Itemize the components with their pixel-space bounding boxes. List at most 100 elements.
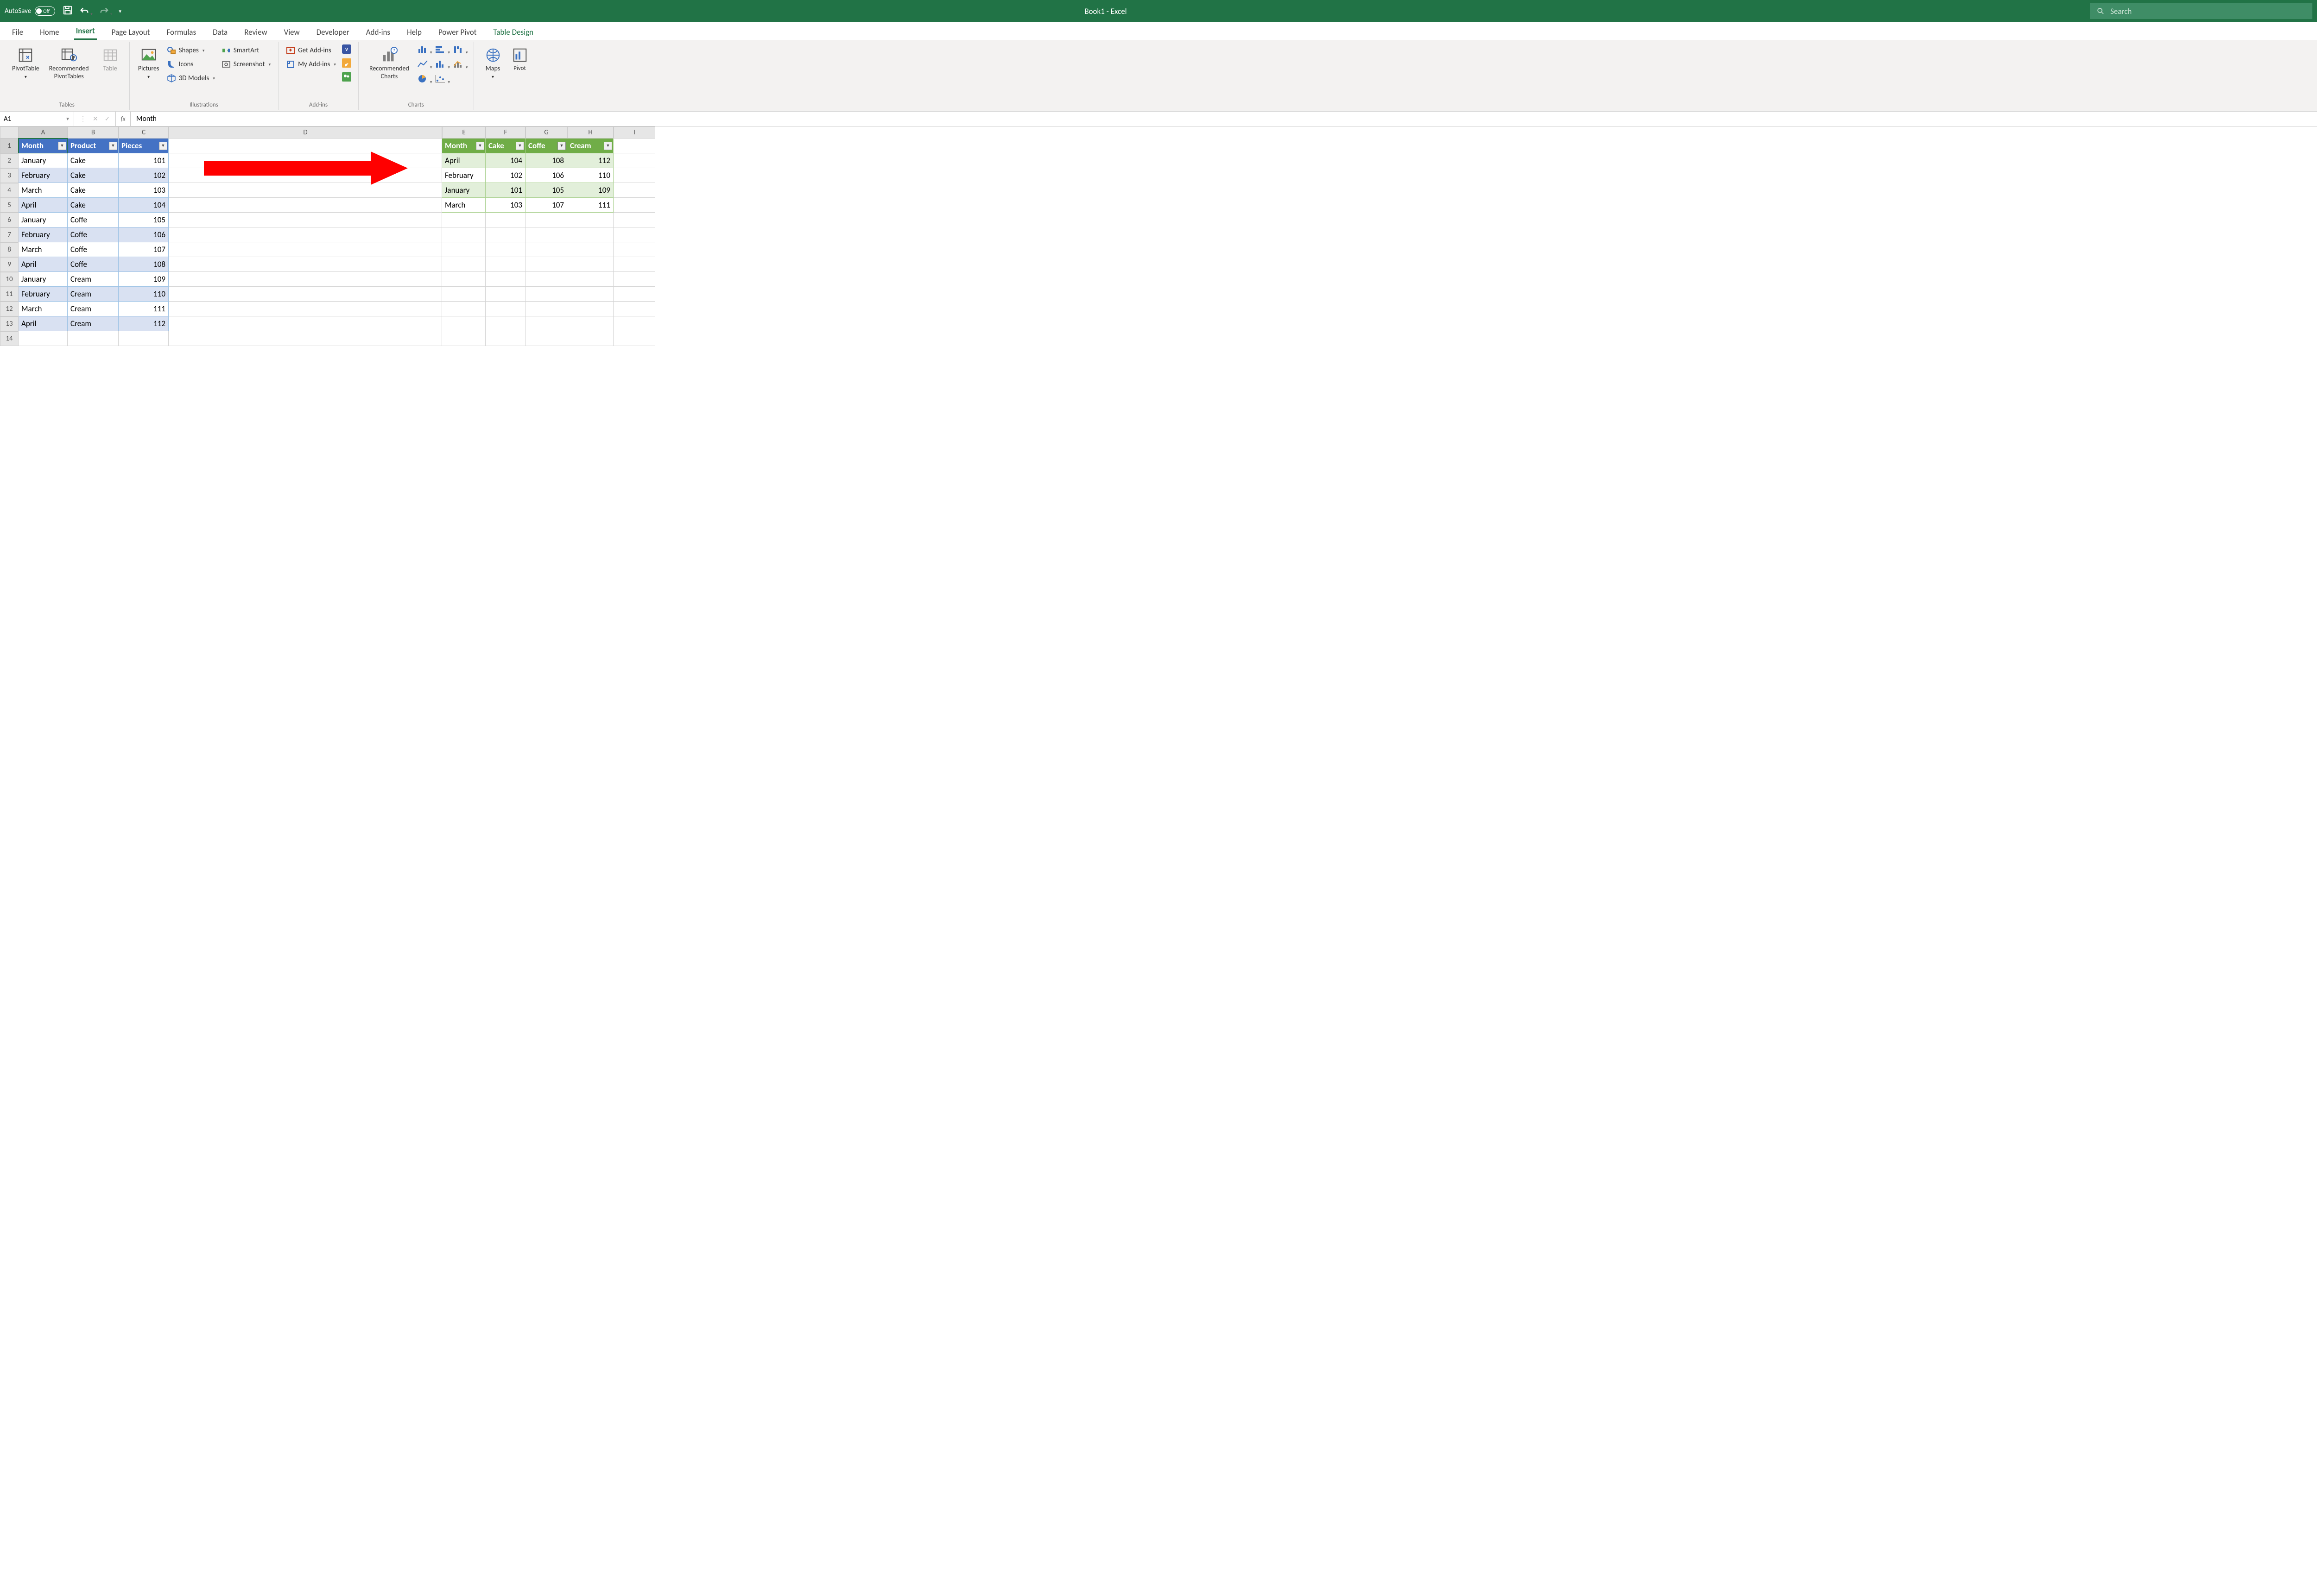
tab-data[interactable]: Data [211, 25, 229, 40]
cell[interactable]: January [19, 213, 68, 227]
col-header[interactable]: E [442, 126, 486, 139]
cell[interactable]: 109 [119, 272, 169, 287]
name-box[interactable]: A1▼ [0, 112, 74, 126]
cell[interactable] [486, 272, 525, 287]
bing-addin-icon[interactable] [341, 58, 353, 69]
combo-chart-icon[interactable] [453, 59, 468, 70]
cell[interactable]: Cream [68, 287, 119, 302]
cell[interactable]: Cream [68, 272, 119, 287]
table-button[interactable]: Table [97, 44, 124, 75]
row-header[interactable]: 14 [0, 331, 19, 346]
col-header[interactable]: F [486, 126, 525, 139]
enter-icon[interactable]: ✓ [105, 115, 110, 123]
cell[interactable] [567, 287, 614, 302]
recommended-charts-button[interactable]: ? Recommended Charts [364, 44, 414, 82]
dots-icon[interactable]: ⋮ [80, 115, 86, 123]
tab-help[interactable]: Help [405, 25, 424, 40]
row-header[interactable]: 1 [0, 139, 19, 153]
cell[interactable] [614, 272, 655, 287]
cell[interactable]: 108 [525, 153, 567, 168]
cell[interactable] [169, 272, 442, 287]
col-header[interactable]: C [119, 126, 169, 139]
cell[interactable] [169, 168, 442, 183]
cell[interactable] [442, 331, 486, 346]
cell[interactable] [567, 272, 614, 287]
cell[interactable] [486, 287, 525, 302]
cell[interactable]: January [19, 153, 68, 168]
cell[interactable] [169, 227, 442, 242]
cell[interactable]: April [19, 316, 68, 331]
filter-button[interactable]: ▼ [58, 142, 66, 150]
cell[interactable]: 111 [567, 198, 614, 213]
scatter-chart-icon[interactable] [435, 74, 450, 85]
cell[interactable]: Cream▼ [567, 139, 614, 153]
cell[interactable]: 105 [119, 213, 169, 227]
cell[interactable] [614, 331, 655, 346]
tab-formulas[interactable]: Formulas [165, 25, 198, 40]
cell[interactable]: March [19, 183, 68, 198]
cell[interactable] [614, 287, 655, 302]
cell[interactable] [486, 213, 525, 227]
cell[interactable]: Month▼ [442, 139, 486, 153]
cell[interactable]: 102 [119, 168, 169, 183]
cell[interactable]: 104 [119, 198, 169, 213]
cell[interactable]: 110 [119, 287, 169, 302]
cell[interactable] [567, 257, 614, 272]
tab-home[interactable]: Home [38, 25, 61, 40]
col-header[interactable]: I [614, 126, 655, 139]
tab-insert[interactable]: Insert [74, 23, 97, 40]
cell[interactable] [169, 257, 442, 272]
save-icon[interactable] [63, 5, 73, 17]
row-header[interactable]: 10 [0, 272, 19, 287]
col-header[interactable]: A [19, 126, 68, 139]
icons-button[interactable]: Icons [165, 58, 217, 70]
cell[interactable]: 112 [119, 316, 169, 331]
cell[interactable]: Cake [68, 198, 119, 213]
cell[interactable] [614, 257, 655, 272]
row-header[interactable]: 8 [0, 242, 19, 257]
cell[interactable]: February [442, 168, 486, 183]
tab-power-pivot[interactable]: Power Pivot [437, 25, 478, 40]
cell[interactable]: 101 [486, 183, 525, 198]
cell[interactable] [614, 139, 655, 153]
pivot-table-button[interactable]: PivotTable▾ [10, 44, 41, 82]
cell[interactable]: Cake [68, 168, 119, 183]
cell[interactable] [442, 287, 486, 302]
cell[interactable]: Cream [68, 302, 119, 316]
tab-table-design[interactable]: Table Design [491, 25, 535, 40]
cell[interactable]: March [19, 242, 68, 257]
cell[interactable] [442, 272, 486, 287]
cell[interactable] [486, 227, 525, 242]
cell[interactable] [486, 316, 525, 331]
cell[interactable]: Coffe [68, 242, 119, 257]
cell[interactable] [169, 213, 442, 227]
redo-icon[interactable] [99, 5, 113, 17]
cell[interactable] [614, 242, 655, 257]
search-box[interactable]: Search [2090, 3, 2312, 19]
line-chart-icon[interactable] [417, 59, 432, 70]
cell[interactable] [525, 227, 567, 242]
cell[interactable] [614, 213, 655, 227]
smartart-button[interactable]: SmartArt [220, 44, 272, 57]
cell[interactable]: 106 [525, 168, 567, 183]
column-chart-icon[interactable] [417, 44, 432, 56]
cell[interactable]: 109 [567, 183, 614, 198]
cell[interactable] [442, 242, 486, 257]
autosave-toggle[interactable]: AutoSave Off [5, 6, 55, 16]
cell[interactable] [486, 242, 525, 257]
cell[interactable] [614, 153, 655, 168]
cell[interactable]: January [442, 183, 486, 198]
pie-chart-icon[interactable] [417, 74, 432, 85]
cell[interactable] [525, 331, 567, 346]
row-header[interactable]: 9 [0, 257, 19, 272]
cell[interactable] [567, 302, 614, 316]
worksheet-grid[interactable]: ABCDEFGHI1Month▼Product▼Pieces▼Month▼Cak… [0, 126, 2317, 346]
cell[interactable] [525, 287, 567, 302]
tab-file[interactable]: File [10, 25, 25, 40]
shapes-button[interactable]: Shapes [165, 44, 217, 57]
col-header[interactable]: G [525, 126, 567, 139]
cell[interactable] [169, 302, 442, 316]
visio-addin-icon[interactable]: V [341, 44, 353, 56]
cell[interactable] [119, 331, 169, 346]
cell[interactable]: Cake▼ [486, 139, 525, 153]
